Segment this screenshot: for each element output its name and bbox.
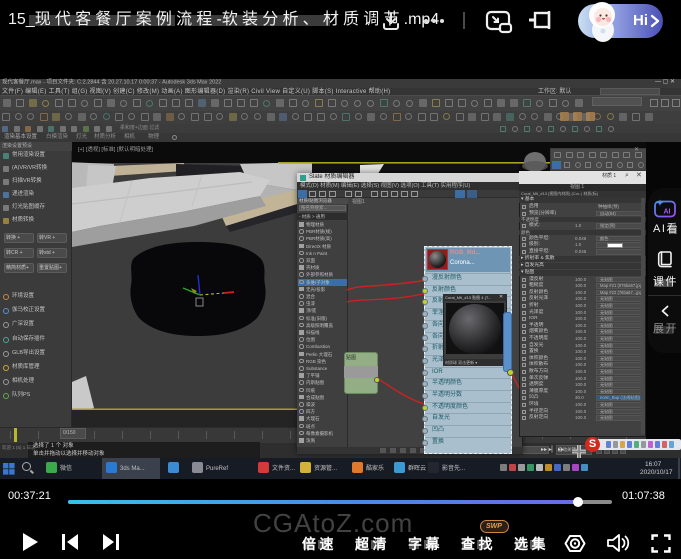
svg-text:[+] [透视] [标准] [默认明暗处理]: [+] [透视] [标准] [默认明暗处理] [78, 145, 153, 153]
svg-text:AI: AI [664, 209, 671, 216]
